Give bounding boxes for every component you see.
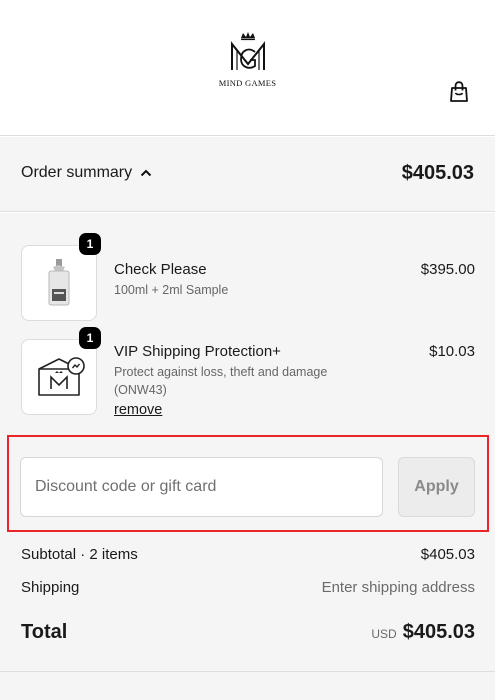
product-thumbnail <box>21 245 97 321</box>
product-name: VIP Shipping Protection+ <box>114 343 281 360</box>
line-item-details: VIP Shipping Protection+ Protect against… <box>114 343 374 419</box>
product-description: Protect against loss, theft and damage (… <box>114 363 374 399</box>
protection-description: Protect against loss, theft and damage <box>114 365 328 379</box>
order-summary-label: Order summary <box>21 164 133 181</box>
product-thumbnail <box>21 339 97 415</box>
product-name: Check Please <box>114 261 207 278</box>
crown-monogram-icon <box>230 32 265 70</box>
order-summary-total: $405.03 <box>401 162 474 184</box>
total-row: Total USD $405.03 <box>21 621 475 644</box>
cart-button[interactable] <box>448 80 470 104</box>
remove-link[interactable]: remove <box>114 402 162 418</box>
quantity-badge: 1 <box>79 327 101 349</box>
protection-code: (ONW43) <box>114 383 167 397</box>
apply-discount-button[interactable]: Apply <box>398 457 475 517</box>
chevron-up-icon <box>140 169 152 177</box>
divider <box>0 671 495 672</box>
checkout-header: MIND GAMES <box>0 0 495 136</box>
total-value: $405.03 <box>402 621 475 643</box>
subtotal-label: Subtotal · 2 items <box>21 546 138 563</box>
brand-name: MIND GAMES <box>218 78 277 88</box>
product-variant: 100ml + 2ml Sample <box>114 283 229 297</box>
total-label: Total <box>21 621 68 643</box>
shipping-box-icon <box>38 357 85 396</box>
order-summary-panel: 1 Check Please 100ml + 2ml Sample $395.0… <box>0 213 495 700</box>
total-amount: USD $405.03 <box>371 621 475 644</box>
shipping-value: Enter shipping address <box>321 579 475 596</box>
brand-logo[interactable]: MIND GAMES <box>0 30 495 88</box>
currency-code: USD <box>371 627 397 641</box>
line-item: 1 VIP Shipping Protection+ Protect again… <box>21 327 475 435</box>
shipping-row: Shipping Enter shipping address <box>21 579 475 596</box>
line-item-details: Check Please 100ml + 2ml Sample <box>114 261 374 299</box>
subtotal-value: $405.03 <box>420 546 475 563</box>
shipping-label: Shipping <box>21 579 80 596</box>
product-price: $395.00 <box>420 261 475 278</box>
shopping-bag-icon <box>450 81 468 102</box>
order-summary-bar: Order summary $405.03 <box>0 137 495 212</box>
line-item: 1 Check Please 100ml + 2ml Sample $395.0… <box>21 233 475 321</box>
order-summary-toggle[interactable]: Order summary <box>21 164 152 182</box>
quantity-badge: 1 <box>79 233 101 255</box>
subtotal-row: Subtotal · 2 items $405.03 <box>21 546 475 563</box>
discount-code-input[interactable] <box>20 457 383 517</box>
product-price: $10.03 <box>429 343 475 360</box>
perfume-bottle-icon <box>48 259 70 306</box>
